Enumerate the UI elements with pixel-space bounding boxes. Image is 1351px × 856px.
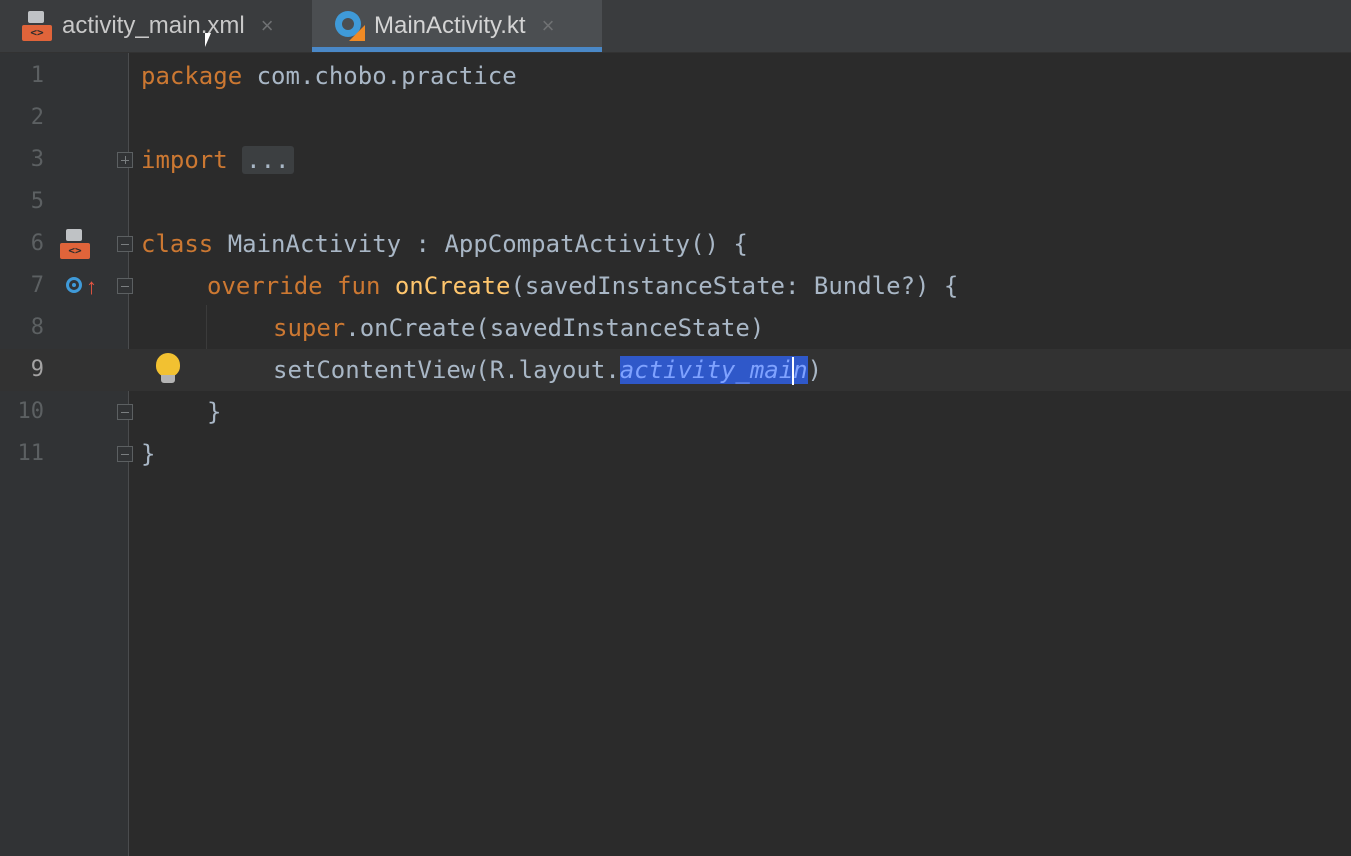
line-number: 8 [30,315,44,340]
line-number: 6 [30,231,44,256]
related-layout-icon[interactable]: <> [58,227,92,261]
xml-file-icon: <> [20,9,54,43]
code-text: com.chobo.practice [242,62,517,90]
code-line[interactable]: 1 package com.chobo.practice [0,55,1351,97]
close-icon[interactable]: × [261,13,274,39]
code-text: } [207,398,222,426]
keyword: package [141,62,243,90]
code-text: .onCreate(savedInstanceState) [345,314,765,342]
line-number: 9 [30,357,44,382]
fold-expand-icon[interactable] [117,152,133,168]
code-line[interactable]: 5 [0,181,1351,223]
code-line-current[interactable]: 9 setContentView(R.layout.activity_main) [0,349,1351,391]
keyword: import [141,146,228,174]
line-number: 3 [30,147,44,172]
mouse-pointer-icon [205,33,217,47]
code-line[interactable]: 10 } [0,391,1351,433]
keyword: class [141,230,214,258]
fold-collapse-icon[interactable] [117,278,133,294]
tab-label: activity_main.xml [62,12,245,39]
code-line[interactable]: 6 <> class MainActivity : AppCompatActiv… [0,223,1351,265]
fold-end-icon[interactable] [117,446,133,462]
code-text: (savedInstanceState: Bundle?) { [510,272,959,300]
tab-main-activity-kt[interactable]: MainActivity.kt × [312,0,602,52]
code-text: ) [807,356,823,384]
close-icon[interactable]: × [542,13,555,39]
code-line[interactable]: 7 ↑ override fun onCreate(savedInstanceS… [0,265,1351,307]
line-number: 5 [30,189,44,214]
selected-text: activity_main [619,356,808,385]
keyword: super [273,314,346,342]
function-name: onCreate [394,272,511,300]
code-line[interactable]: 2 [0,97,1351,139]
code-line[interactable]: 3 import ... [0,139,1351,181]
line-number: 2 [30,105,44,130]
folded-imports[interactable]: ... [242,146,294,174]
line-number: 1 [30,63,44,88]
tab-activity-main-xml[interactable]: <> activity_main.xml × [0,0,312,52]
fold-collapse-icon[interactable] [117,236,133,252]
code-text: } [141,440,156,468]
line-number: 10 [17,399,45,424]
tab-label: MainActivity.kt [374,12,526,39]
line-number: 7 [30,273,44,298]
kotlin-file-icon [334,10,366,42]
fold-end-icon[interactable] [117,404,133,420]
code-line[interactable]: 8 super.onCreate(savedInstanceState) [0,307,1351,349]
code-line[interactable]: 11 } [0,433,1351,475]
line-number: 11 [17,441,45,466]
editor-tab-bar: <> activity_main.xml × MainActivity.kt × [0,0,1351,53]
override-marker-icon[interactable]: ↑ [66,272,98,300]
keyword: override [207,272,323,300]
code-text: MainActivity : AppCompatActivity() { [213,230,748,258]
lightbulb-icon[interactable] [155,353,181,385]
code-text: setContentView(R.layout. [273,356,620,384]
keyword: fun [337,272,381,300]
